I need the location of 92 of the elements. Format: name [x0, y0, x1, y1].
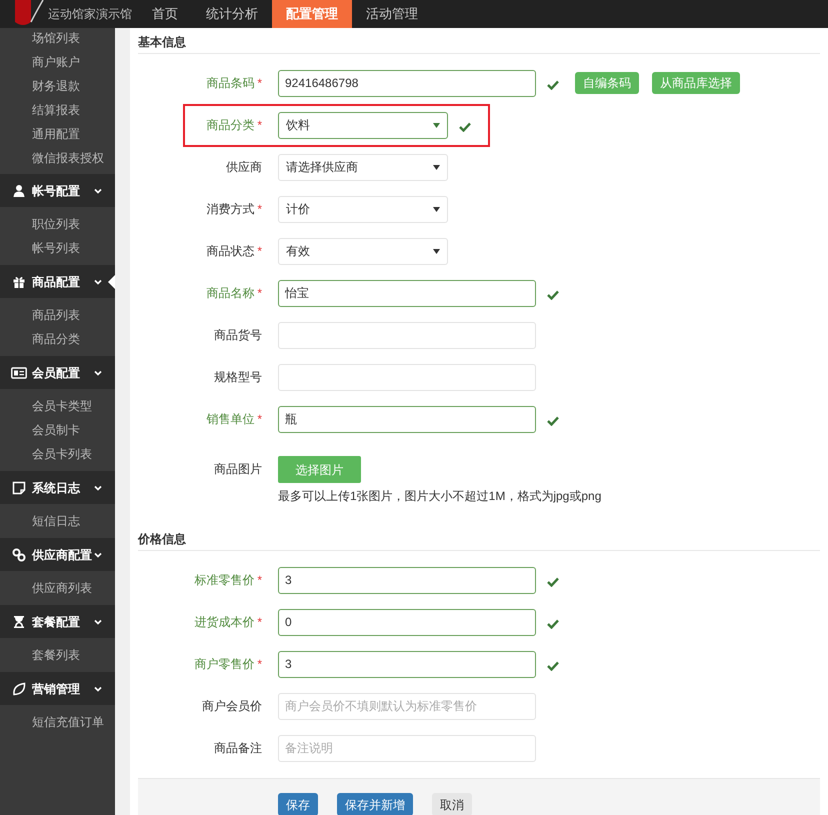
check-icon	[547, 416, 559, 426]
sidebar-item[interactable]: 财务退款	[0, 74, 115, 98]
input-field[interactable]: 3	[278, 566, 536, 594]
field-label: 商品备注	[214, 740, 262, 757]
section-title: 价格信息	[138, 530, 186, 548]
hourglass-icon	[12, 614, 26, 628]
logo-text: 运动馆家演示馆	[48, 6, 132, 23]
check-icon	[459, 122, 471, 132]
required-mark: *	[257, 75, 262, 92]
check-icon	[547, 619, 559, 629]
input-field[interactable]: 商户会员价不填则默认为标准零售价	[278, 692, 536, 720]
field-label: 商品图片	[214, 461, 262, 478]
dropdown-icon	[433, 164, 440, 170]
sidebar-group[interactable]: 套餐配置	[0, 605, 115, 638]
sidebar-item[interactable]: 职位列表	[0, 212, 115, 236]
sidebar-item[interactable]: 帐号列表	[0, 236, 115, 260]
sidebar-item[interactable]: 结算报表	[0, 98, 115, 122]
nav-tab[interactable]: 活动管理	[352, 0, 432, 28]
dropdown-icon	[433, 122, 440, 128]
section-title: 基本信息	[138, 34, 186, 50]
gift-icon	[12, 274, 26, 288]
field-label: 消费方式	[206, 201, 254, 218]
required-mark: *	[257, 285, 262, 302]
select-field[interactable]: 请选择供应商	[278, 154, 448, 180]
input-field[interactable]: 瓶	[278, 406, 536, 432]
logo-icon	[13, 0, 45, 28]
upload-hint: 最多可以上传1张图片，图片大小不超过1M，格式为jpg或png	[278, 488, 602, 505]
sidebar-item[interactable]: 商品列表	[0, 303, 115, 327]
nav-tab[interactable]: 配置管理	[272, 0, 352, 28]
input-field[interactable]	[278, 322, 536, 348]
check-icon	[547, 661, 559, 671]
sidebar-item[interactable]: 短信充值订单	[0, 710, 115, 734]
field-label: 商品条码	[206, 75, 254, 92]
input-field[interactable]	[278, 364, 536, 390]
required-mark: *	[257, 572, 262, 589]
required-mark: *	[257, 243, 262, 260]
select-field[interactable]: 计价	[278, 196, 448, 222]
select-field[interactable]: 有效	[278, 238, 448, 264]
required-mark: *	[257, 411, 262, 428]
sidebar-item[interactable]: 短信日志	[0, 509, 115, 533]
check-icon	[547, 290, 559, 300]
sidebar-item[interactable]: 场馆列表	[0, 28, 115, 50]
sidebar-item[interactable]: 微信报表授权	[0, 146, 115, 170]
field-label: 商品状态	[206, 243, 254, 260]
sidebar-group[interactable]: 系统日志	[0, 471, 115, 504]
save-button[interactable]: 保存	[278, 793, 318, 815]
sidebar-item[interactable]: 通用配置	[0, 122, 115, 146]
leaf-icon	[12, 682, 26, 696]
field-label: 商户零售价	[194, 656, 254, 673]
dropdown-icon	[433, 248, 440, 254]
sidebar-item[interactable]: 商户账户	[0, 50, 115, 74]
user-icon	[12, 184, 26, 198]
sidebar-item[interactable]: 会员卡列表	[0, 442, 115, 466]
input-field[interactable]: 0	[278, 608, 536, 636]
required-mark: *	[257, 656, 262, 673]
sidebar-item[interactable]: 会员制卡	[0, 418, 115, 442]
sidebar-group[interactable]: 商品配置	[0, 265, 115, 298]
field-label: 商品分类	[206, 117, 254, 134]
field-label: 商品货号	[214, 327, 262, 344]
field-label: 进货成本价	[194, 614, 254, 631]
sidebar-item[interactable]: 商品分类	[0, 327, 115, 351]
required-mark: *	[257, 117, 262, 134]
input-field[interactable]: 3	[278, 650, 536, 678]
id-card-icon	[11, 366, 27, 380]
sidebar-item[interactable]: 套餐列表	[0, 643, 115, 667]
sidebar-group[interactable]: 供应商配置	[0, 538, 115, 571]
nav-tab[interactable]: 统计分析	[192, 0, 272, 28]
field-label: 标准零售价	[194, 572, 254, 589]
check-icon	[547, 577, 559, 587]
input-field[interactable]: 备注说明	[278, 734, 536, 762]
cancel-button[interactable]: 取消	[432, 793, 472, 815]
field-label: 销售单位	[206, 411, 254, 428]
field-label: 商品名称	[206, 285, 254, 302]
field-label: 供应商	[226, 159, 262, 176]
field-label: 规格型号	[214, 369, 262, 386]
input-field[interactable]: 怡宝	[278, 280, 536, 306]
sidebar-group[interactable]: 帐号配置	[0, 174, 115, 207]
check-icon	[547, 80, 559, 90]
sidebar-group[interactable]: 会员配置	[0, 356, 115, 389]
note-icon	[12, 480, 26, 494]
sidebar-item[interactable]: 会员卡类型	[0, 394, 115, 418]
dropdown-icon	[433, 206, 440, 212]
required-mark: *	[257, 201, 262, 218]
required-mark: *	[257, 614, 262, 631]
field-label: 商户会员价	[202, 698, 262, 715]
select-field[interactable]: 饮料	[278, 112, 448, 138]
sidebar-group[interactable]: 营销管理	[0, 672, 115, 705]
sidebar-item[interactable]: 供应商列表	[0, 576, 115, 600]
link-icon	[12, 548, 26, 562]
nav-tab[interactable]: 首页	[138, 0, 192, 28]
save-button[interactable]: 保存并新增	[337, 793, 413, 815]
input-field[interactable]: 92416486798	[278, 70, 536, 96]
